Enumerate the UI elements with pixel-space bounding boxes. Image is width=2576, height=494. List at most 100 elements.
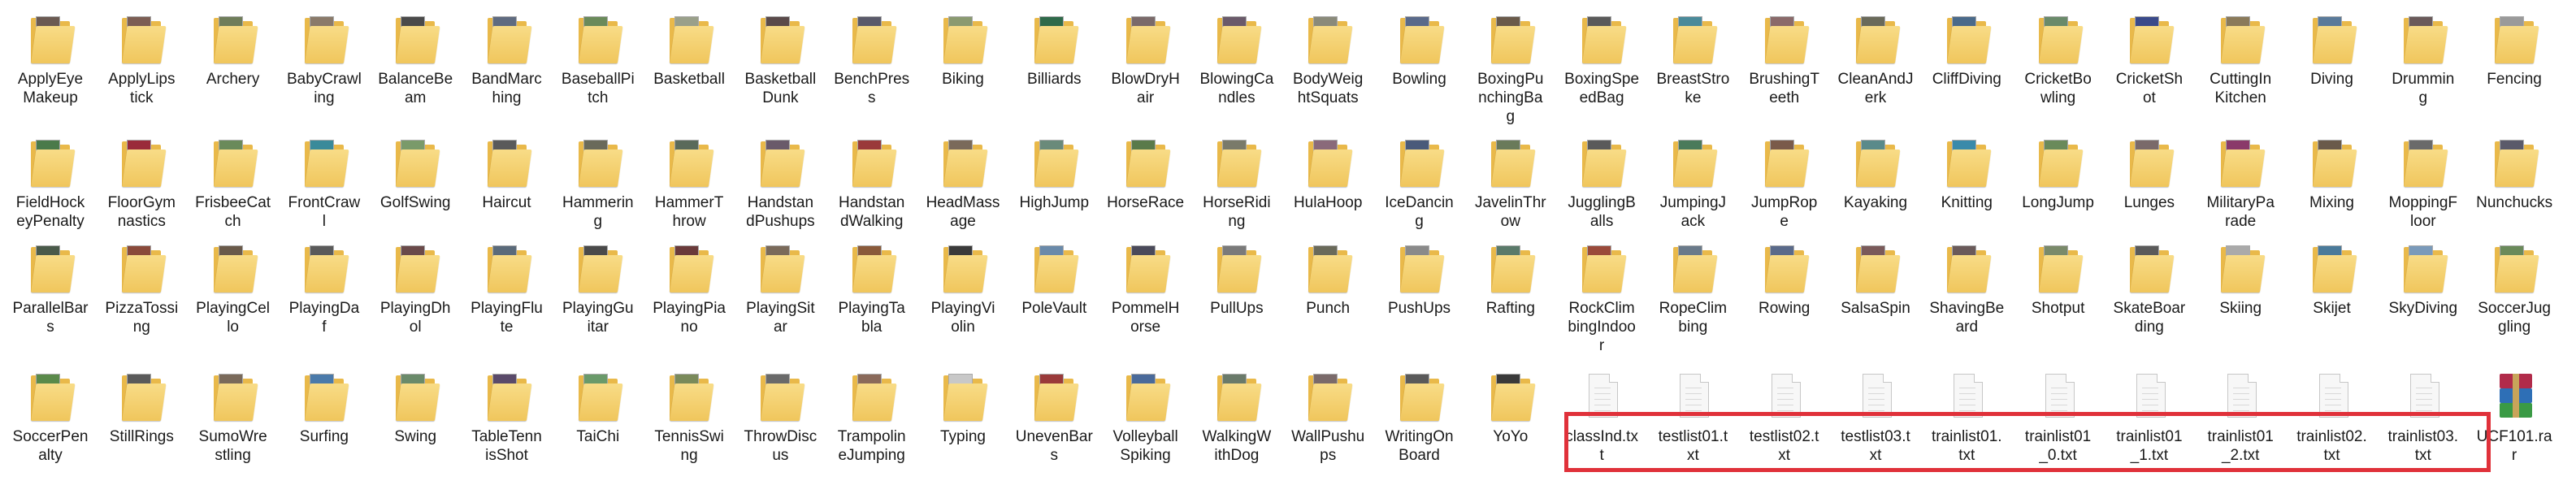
folder-volleyballspiking[interactable]: Volleyball Spiking <box>1100 372 1191 494</box>
folder-basketball[interactable]: Basketball <box>644 15 735 136</box>
folder-playingcello[interactable]: PlayingCel lo <box>188 244 279 366</box>
folder-blowingcandles[interactable]: BlowingCa ndles <box>1191 15 1282 136</box>
folder-cliffdiving[interactable]: CliffDiving <box>1921 15 2012 136</box>
folder-pushups[interactable]: PushUps <box>1374 244 1465 366</box>
file-trainlist01[interactable]: trainlist01. txt <box>1921 372 2012 494</box>
folder-bowling[interactable]: Bowling <box>1374 15 1465 136</box>
folder-playingsitar[interactable]: PlayingSit ar <box>735 244 826 366</box>
folder-breaststroke[interactable]: BreastStro ke <box>1647 15 1738 136</box>
folder-javelinthrow[interactable]: JavelinThr ow <box>1465 138 1556 260</box>
folder-diving[interactable]: Diving <box>2287 15 2378 136</box>
folder-stillrings[interactable]: StillRings <box>96 372 187 494</box>
folder-pizzatossing[interactable]: PizzaTossi ng <box>96 244 187 366</box>
folder-fencing[interactable]: Fencing <box>2469 15 2560 136</box>
folder-lunges[interactable]: Lunges <box>2104 138 2195 260</box>
file-trainlist01_1[interactable]: trainlist01 _1.txt <box>2104 372 2195 494</box>
folder-fieldhockeypenalty[interactable]: FieldHock eyPenalty <box>5 138 96 260</box>
file-testlist02[interactable]: testlist02.t xt <box>1739 372 1830 494</box>
folder-cuttinginkitchen[interactable]: CuttingIn Kitchen <box>2195 15 2286 136</box>
folder-typing[interactable]: Typing <box>917 372 1008 494</box>
folder-tennisswing[interactable]: TennisSwi ng <box>644 372 735 494</box>
folder-playingpiano[interactable]: PlayingPia no <box>644 244 735 366</box>
folder-rowing[interactable]: Rowing <box>1739 244 1830 366</box>
folder-balancebeam[interactable]: BalanceBe am <box>370 15 461 136</box>
file-trainlist01_0[interactable]: trainlist01 _0.txt <box>2013 372 2104 494</box>
folder-floorgymnastics[interactable]: FloorGym nastics <box>96 138 187 260</box>
folder-archery[interactable]: Archery <box>188 15 279 136</box>
folder-knitting[interactable]: Knitting <box>1921 138 2012 260</box>
folder-applylipstick[interactable]: ApplyLips tick <box>96 15 187 136</box>
folder-baseballpitch[interactable]: BaseballPi tch <box>553 15 644 136</box>
folder-skateboarding[interactable]: SkateBoar ding <box>2104 244 2195 366</box>
folder-frontcrawl[interactable]: FrontCraw l <box>279 138 370 260</box>
folder-playingviolin[interactable]: PlayingVi olin <box>917 244 1008 366</box>
folder-shavingbeard[interactable]: ShavingBe ard <box>1921 244 2012 366</box>
folder-walkingwithdog[interactable]: WalkingW ithDog <box>1191 372 1282 494</box>
folder-tabletennisshot[interactable]: TableTenn isShot <box>462 372 553 494</box>
folder-shotput[interactable]: Shotput <box>2013 244 2104 366</box>
folder-kayaking[interactable]: Kayaking <box>1830 138 1921 260</box>
folder-punch[interactable]: Punch <box>1282 244 1373 366</box>
folder-cleanandjerk[interactable]: CleanAndJ erk <box>1830 15 1921 136</box>
folder-handstandwalking[interactable]: Handstan dWalking <box>826 138 917 260</box>
folder-soccerpenalty[interactable]: SoccerPen alty <box>5 372 96 494</box>
folder-hulahoop[interactable]: HulaHoop <box>1282 138 1373 260</box>
folder-playingdaf[interactable]: PlayingDa f <box>279 244 370 366</box>
folder-cricketbowling[interactable]: CricketBo wling <box>2013 15 2104 136</box>
folder-horserace[interactable]: HorseRace <box>1100 138 1191 260</box>
folder-drumming[interactable]: Drummin g <box>2378 15 2469 136</box>
folder-hammerthrow[interactable]: HammerT hrow <box>644 138 735 260</box>
folder-billiards[interactable]: Billiards <box>1008 15 1099 136</box>
folder-cricketshot[interactable]: CricketSh ot <box>2104 15 2195 136</box>
folder-throwdiscus[interactable]: ThrowDisc us <box>735 372 826 494</box>
folder-icedancing[interactable]: IceDancin g <box>1374 138 1465 260</box>
folder-boxingpunchingbag[interactable]: BoxingPu nchingBa g <box>1465 15 1556 136</box>
folder-biking[interactable]: Biking <box>917 15 1008 136</box>
folder-jugglingballs[interactable]: JugglingB alls <box>1556 138 1647 260</box>
folder-militaryparade[interactable]: MilitaryPa rade <box>2195 138 2286 260</box>
file-testlist01[interactable]: testlist01.t xt <box>1647 372 1738 494</box>
folder-skiing[interactable]: Skiing <box>2195 244 2286 366</box>
folder-surfing[interactable]: Surfing <box>279 372 370 494</box>
folder-swing[interactable]: Swing <box>370 372 461 494</box>
folder-wallpushups[interactable]: WallPushu ps <box>1282 372 1373 494</box>
folder-jumpingjack[interactable]: JumpingJ ack <box>1647 138 1738 260</box>
folder-skydiving[interactable]: SkyDiving <box>2378 244 2469 366</box>
folder-unevenbars[interactable]: UnevenBar s <box>1008 372 1099 494</box>
folder-golfswing[interactable]: GolfSwing <box>370 138 461 260</box>
file-trainlist03[interactable]: trainlist03. txt <box>2378 372 2469 494</box>
folder-trampolinejumping[interactable]: Trampolin eJumping <box>826 372 917 494</box>
folder-mixing[interactable]: Mixing <box>2287 138 2378 260</box>
folder-skijet[interactable]: Skijet <box>2287 244 2378 366</box>
folder-salsaspin[interactable]: SalsaSpin <box>1830 244 1921 366</box>
folder-pommelhorse[interactable]: PommelH orse <box>1100 244 1191 366</box>
folder-playingflute[interactable]: PlayingFlu te <box>462 244 553 366</box>
folder-soccerjuggling[interactable]: SoccerJug gling <box>2469 244 2560 366</box>
folder-playingdhol[interactable]: PlayingDh ol <box>370 244 461 366</box>
folder-basketballdunk[interactable]: Basketball Dunk <box>735 15 826 136</box>
file-ucf101[interactable]: UCF101.ra r <box>2469 372 2560 494</box>
folder-pullups[interactable]: PullUps <box>1191 244 1282 366</box>
folder-yoyo[interactable]: YoYo <box>1465 372 1556 494</box>
folder-sumowrestling[interactable]: SumoWre stling <box>188 372 279 494</box>
folder-writingonboard[interactable]: WritingOn Board <box>1374 372 1465 494</box>
file-trainlist01_2[interactable]: trainlist01 _2.txt <box>2195 372 2286 494</box>
folder-parallelbars[interactable]: ParallelBar s <box>5 244 96 366</box>
folder-applyeyemakeup[interactable]: ApplyEye Makeup <box>5 15 96 136</box>
folder-longjump[interactable]: LongJump <box>2013 138 2104 260</box>
folder-bodyweightsquats[interactable]: BodyWeig htSquats <box>1282 15 1373 136</box>
folder-taichi[interactable]: TaiChi <box>553 372 644 494</box>
folder-rafting[interactable]: Rafting <box>1465 244 1556 366</box>
folder-babycrawling[interactable]: BabyCrawl ing <box>279 15 370 136</box>
file-classind[interactable]: classInd.tx t <box>1556 372 1647 494</box>
folder-horseriding[interactable]: HorseRidi ng <box>1191 138 1282 260</box>
folder-jumprope[interactable]: JumpRop e <box>1739 138 1830 260</box>
folder-playingguitar[interactable]: PlayingGu itar <box>553 244 644 366</box>
folder-playingtabla[interactable]: PlayingTa bla <box>826 244 917 366</box>
folder-bandmarching[interactable]: BandMarc hing <box>462 15 553 136</box>
folder-blowdryhair[interactable]: BlowDryH air <box>1100 15 1191 136</box>
folder-hammering[interactable]: Hammerin g <box>553 138 644 260</box>
folder-rockclimbingindoor[interactable]: RockClim bingIndoo r <box>1556 244 1647 366</box>
folder-handstandpushups[interactable]: Handstan dPushups <box>735 138 826 260</box>
folder-brushingteeth[interactable]: BrushingT eeth <box>1739 15 1830 136</box>
